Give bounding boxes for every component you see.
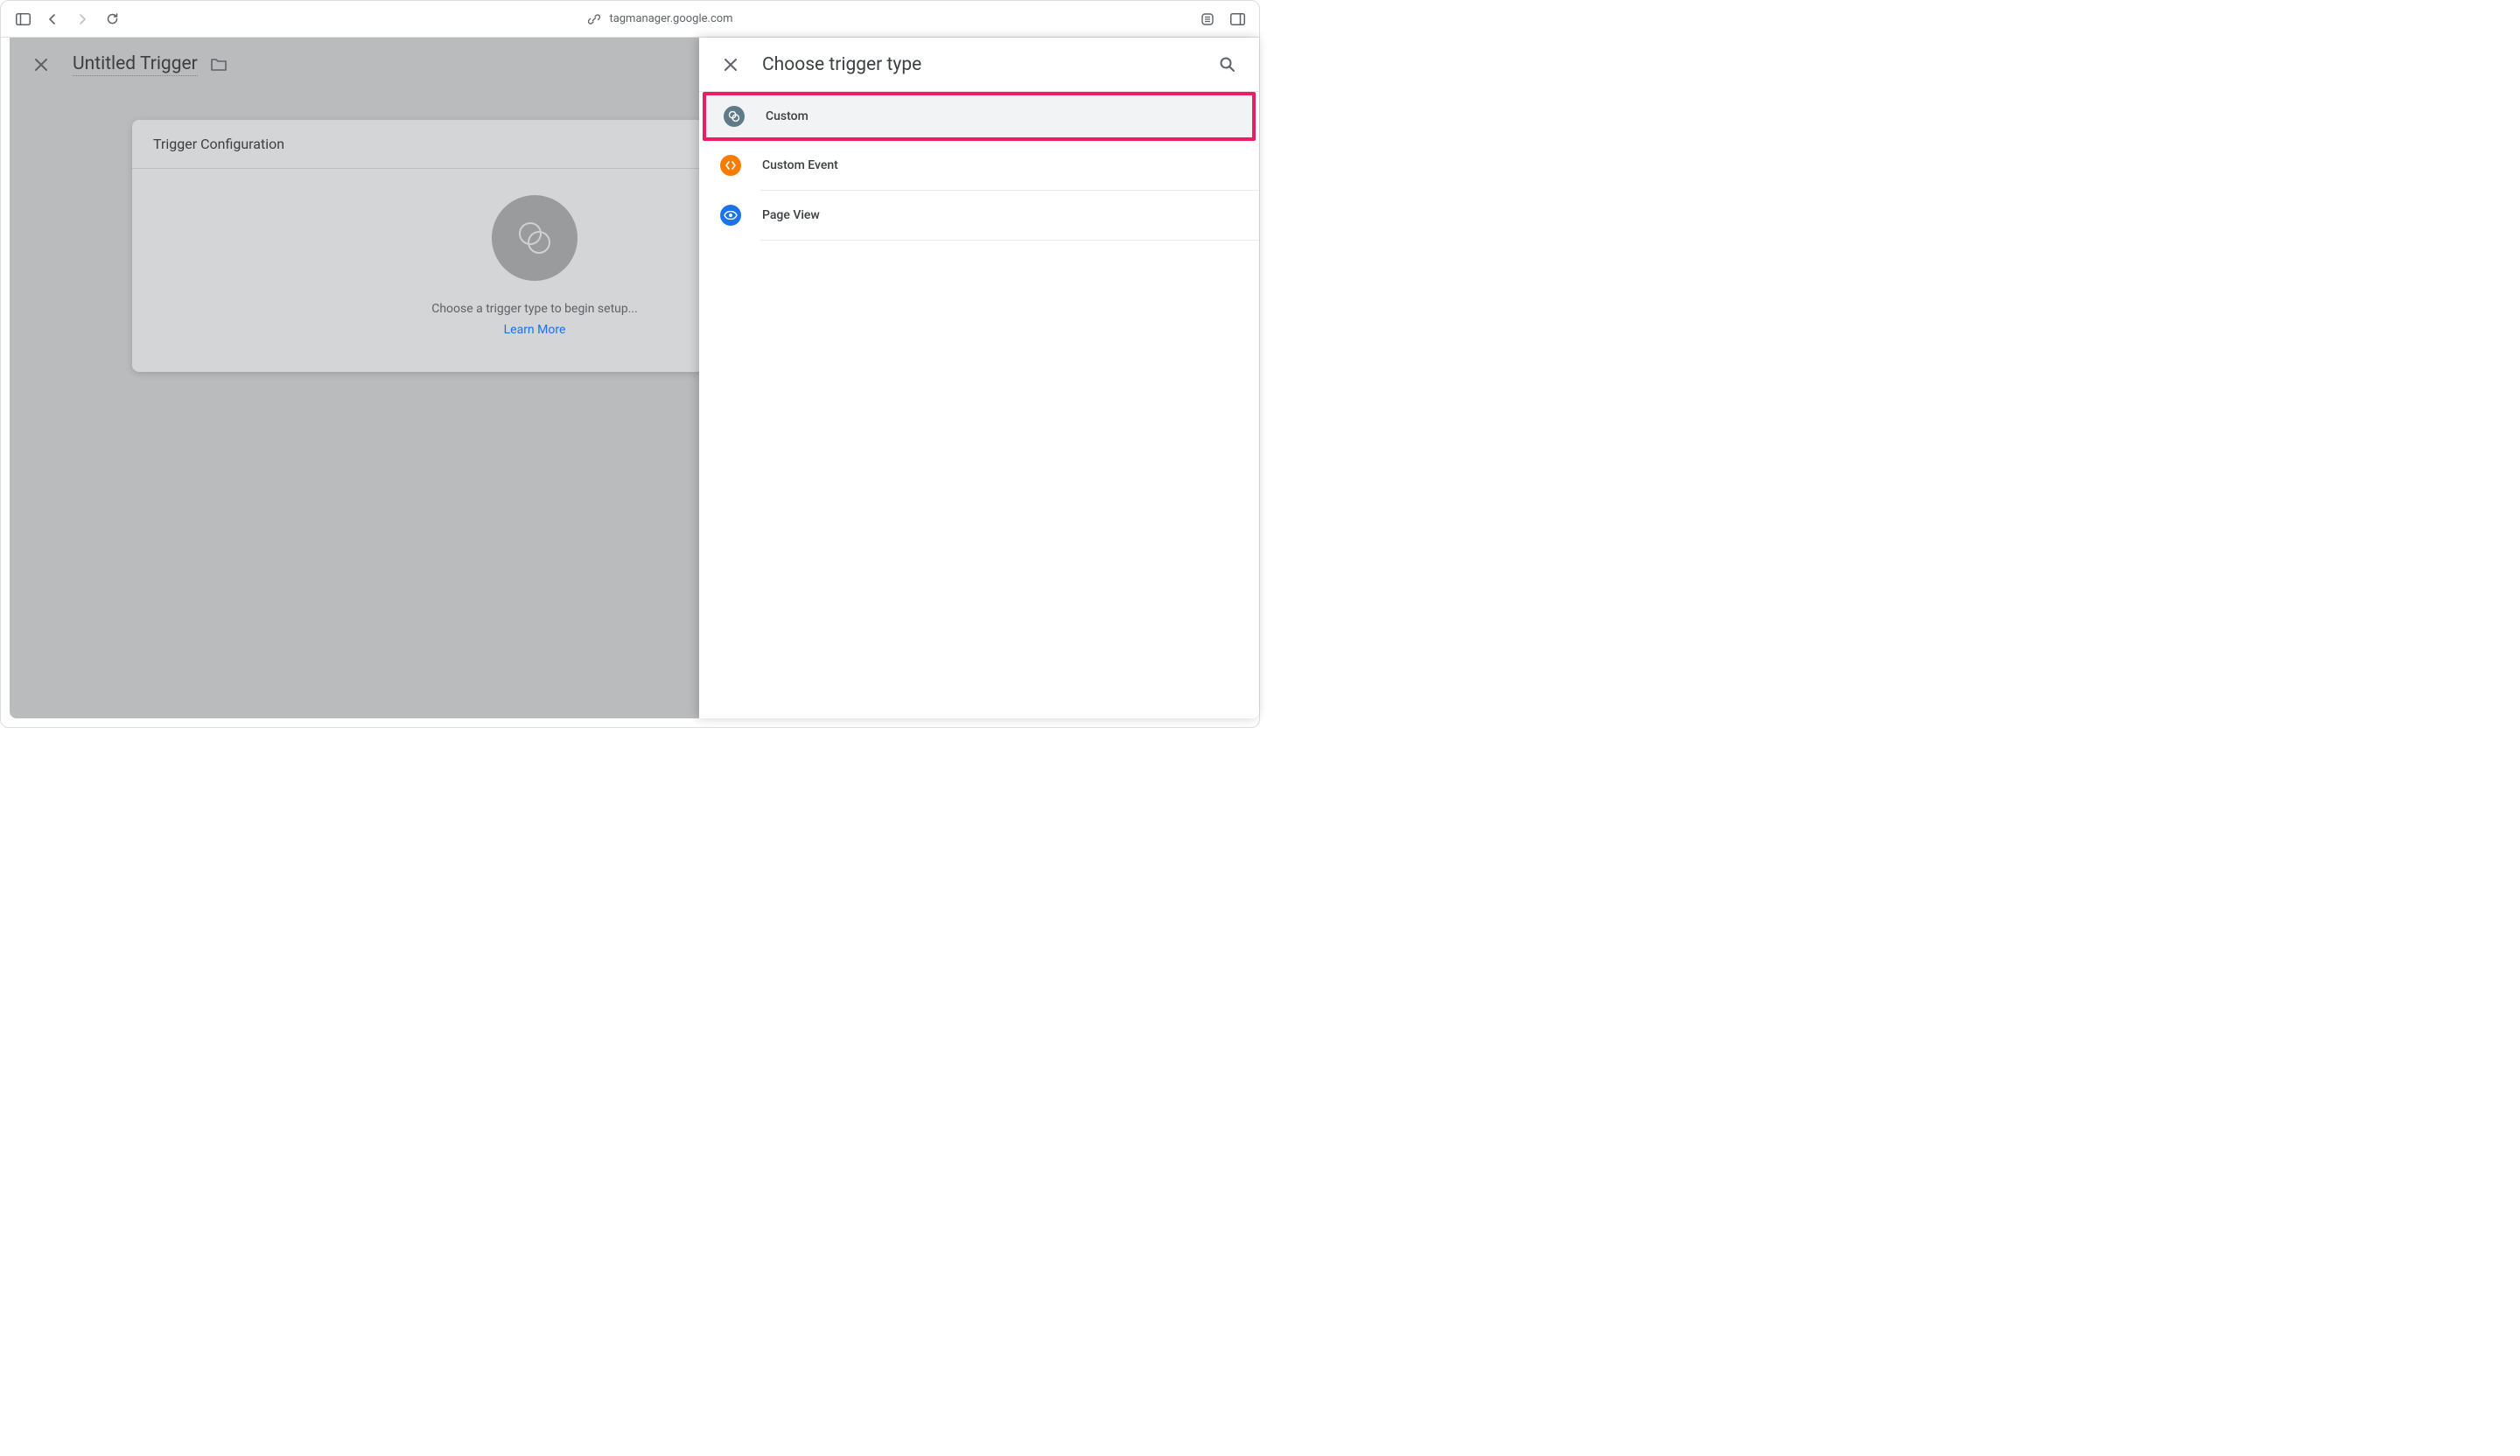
- folder-icon[interactable]: [210, 58, 228, 72]
- panel-title: Choose trigger type: [762, 54, 1217, 75]
- close-icon[interactable]: [31, 54, 52, 75]
- search-icon[interactable]: [1217, 54, 1238, 75]
- link-icon: [586, 11, 602, 27]
- trigger-option-label: Custom: [766, 109, 808, 123]
- trigger-option-custom-event[interactable]: Custom Event: [699, 141, 1259, 190]
- choose-trigger-panel: Choose trigger type Custom Custom Event …: [699, 38, 1259, 718]
- sidebar-toggle-icon[interactable]: [15, 11, 31, 27]
- close-icon[interactable]: [720, 54, 741, 75]
- custom-event-trigger-icon: [720, 155, 741, 176]
- trigger-option-custom[interactable]: Custom: [703, 92, 1256, 141]
- reload-icon[interactable]: [104, 11, 120, 27]
- custom-trigger-icon: [724, 106, 745, 127]
- trigger-option-page-view[interactable]: Page View: [699, 191, 1259, 240]
- back-icon[interactable]: [45, 11, 60, 27]
- page-title[interactable]: Untitled Trigger: [73, 53, 198, 76]
- url-text[interactable]: tagmanager.google.com: [609, 12, 732, 25]
- trigger-type-list: Custom Custom Event Page View: [699, 92, 1259, 241]
- page-view-trigger-icon: [720, 205, 741, 226]
- trigger-option-label: Custom Event: [762, 158, 838, 172]
- panel-right-icon[interactable]: [1229, 11, 1245, 27]
- placeholder-icon: [492, 195, 578, 281]
- share-icon[interactable]: [1200, 11, 1215, 27]
- panel-header: Choose trigger type: [699, 38, 1259, 92]
- trigger-option-label: Page View: [762, 208, 820, 222]
- browser-chrome: tagmanager.google.com: [1, 1, 1259, 38]
- forward-icon[interactable]: [74, 11, 90, 27]
